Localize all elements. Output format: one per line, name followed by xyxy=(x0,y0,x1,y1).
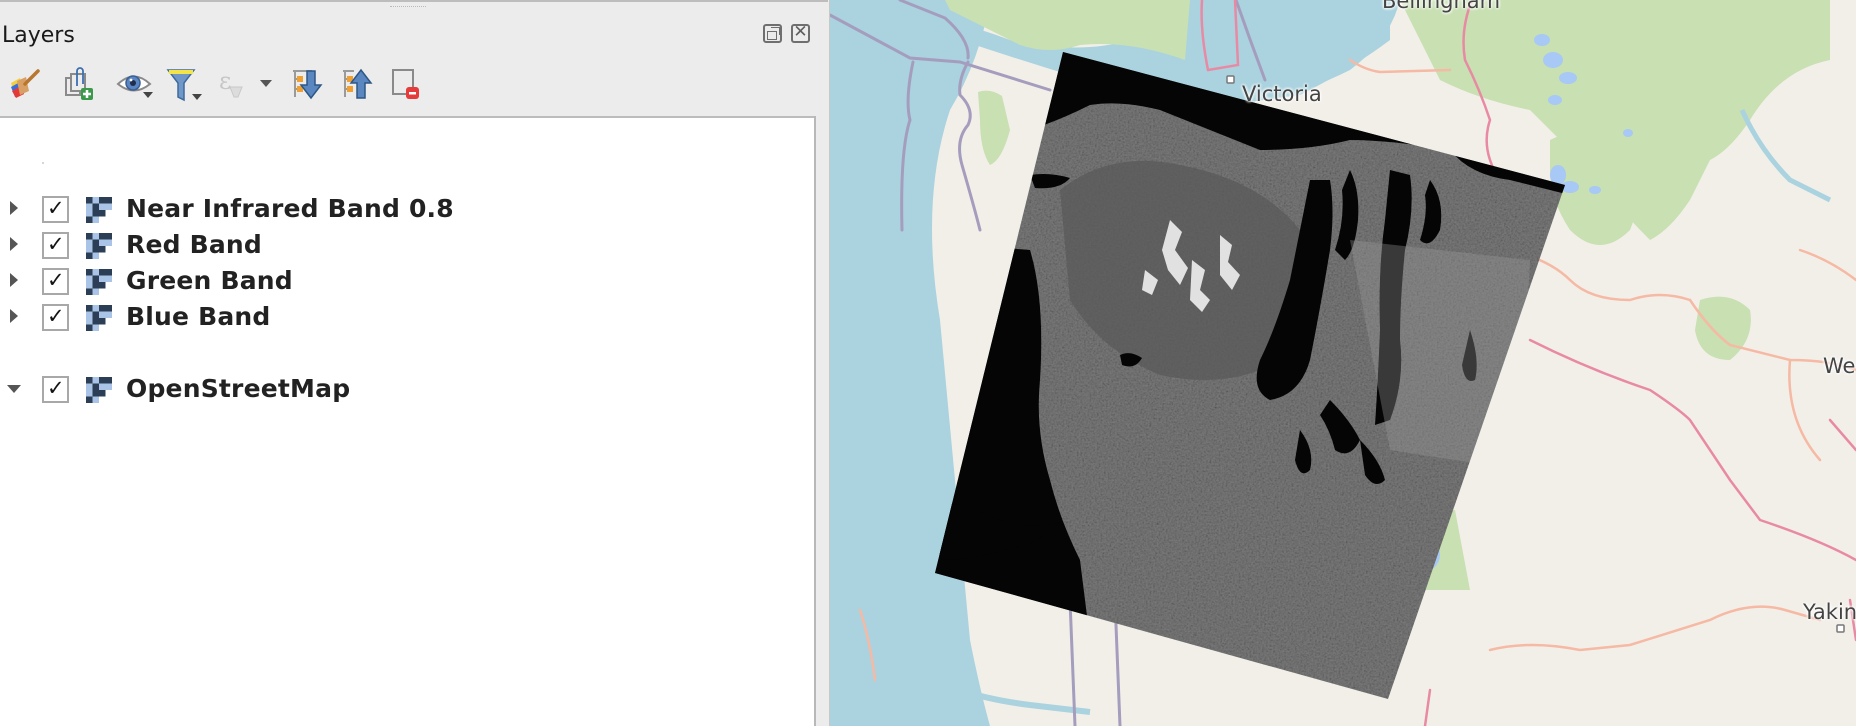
layer-visibility-checkbox[interactable]: ✓ xyxy=(42,232,69,259)
layer-visibility-checkbox[interactable]: ✓ xyxy=(42,268,69,295)
layer-name: OpenStreetMap xyxy=(126,374,351,403)
style-manager-button[interactable] xyxy=(2,62,46,106)
layers-toolbar: ε xyxy=(0,62,828,106)
layer-name: Red Band xyxy=(126,230,263,259)
raster-layer-icon xyxy=(86,305,112,331)
expand-arrow-icon[interactable] xyxy=(10,237,18,251)
label-bellingham: Bellingham xyxy=(1382,0,1501,13)
filter-by-expression-button[interactable]: ε xyxy=(210,62,274,106)
raster-layer-icon xyxy=(86,377,112,403)
paintbrush-icon xyxy=(11,69,40,98)
filter-icon xyxy=(166,69,202,102)
collapse-arrow-icon[interactable] xyxy=(7,385,21,393)
close-icon: ✕ xyxy=(793,22,808,42)
layer-row[interactable]: ✓ Green Band xyxy=(0,263,800,299)
layer-name: Blue Band xyxy=(126,302,271,331)
dock-resize-handle[interactable] xyxy=(816,116,829,726)
expand-arrow-icon[interactable] xyxy=(10,273,18,287)
eye-icon xyxy=(116,75,153,98)
victoria-marker xyxy=(1226,75,1235,84)
label-victoria: Victoria xyxy=(1242,82,1322,106)
layer-row[interactable]: ✓ Blue Band xyxy=(0,299,800,335)
tree-artifact xyxy=(42,162,44,164)
manage-map-themes-button[interactable] xyxy=(110,62,154,106)
expand-all-button[interactable] xyxy=(284,62,328,106)
layer-name: Green Band xyxy=(126,266,293,295)
yakima-marker xyxy=(1836,624,1845,633)
float-panel-button[interactable] xyxy=(763,24,782,43)
layers-panel: Layers ✕ ε ✓ Near Infrared Band 0.8 ✓ Re… xyxy=(0,0,830,726)
filter-legend-button[interactable] xyxy=(160,62,204,106)
add-group-button[interactable] xyxy=(56,62,100,106)
layer-name: Near Infrared Band 0.8 xyxy=(126,194,454,223)
remove-layer-button[interactable] xyxy=(384,62,428,106)
layer-row[interactable]: ✓ Red Band xyxy=(0,227,800,263)
dock-top-border xyxy=(0,0,828,2)
dock-drag-handle[interactable] xyxy=(390,6,426,10)
raster-layer-icon xyxy=(86,233,112,259)
expression-filter-icon: ε xyxy=(219,67,272,98)
raster-layer-icon xyxy=(86,197,112,223)
remove-layer-icon xyxy=(392,69,419,99)
raster-layer-icon xyxy=(86,269,112,295)
layer-tree: ✓ Near Infrared Band 0.8 ✓ Red Band ✓ Gr… xyxy=(0,116,814,726)
map-render xyxy=(830,0,1856,726)
expand-arrow-icon[interactable] xyxy=(10,309,18,323)
layer-row[interactable]: ✓ OpenStreetMap xyxy=(0,371,800,407)
layer-visibility-checkbox[interactable]: ✓ xyxy=(42,376,69,403)
close-panel-button[interactable]: ✕ xyxy=(791,22,810,43)
label-yakima: Yakin xyxy=(1803,600,1856,624)
expand-all-icon xyxy=(293,70,323,100)
layer-visibility-checkbox[interactable]: ✓ xyxy=(42,304,69,331)
expand-arrow-icon[interactable] xyxy=(10,201,18,215)
collapse-all-button[interactable] xyxy=(334,62,378,106)
label-wenatchee: We xyxy=(1823,354,1856,378)
panel-title: Layers xyxy=(2,23,75,48)
add-group-icon xyxy=(65,67,93,100)
layer-row[interactable]: ✓ Near Infrared Band 0.8 xyxy=(0,191,800,227)
collapse-all-icon xyxy=(343,68,373,99)
map-canvas[interactable]: Bellingham Victoria We Yakin xyxy=(830,0,1856,726)
svg-text:ε: ε xyxy=(219,67,231,95)
layer-visibility-checkbox[interactable]: ✓ xyxy=(42,196,69,223)
